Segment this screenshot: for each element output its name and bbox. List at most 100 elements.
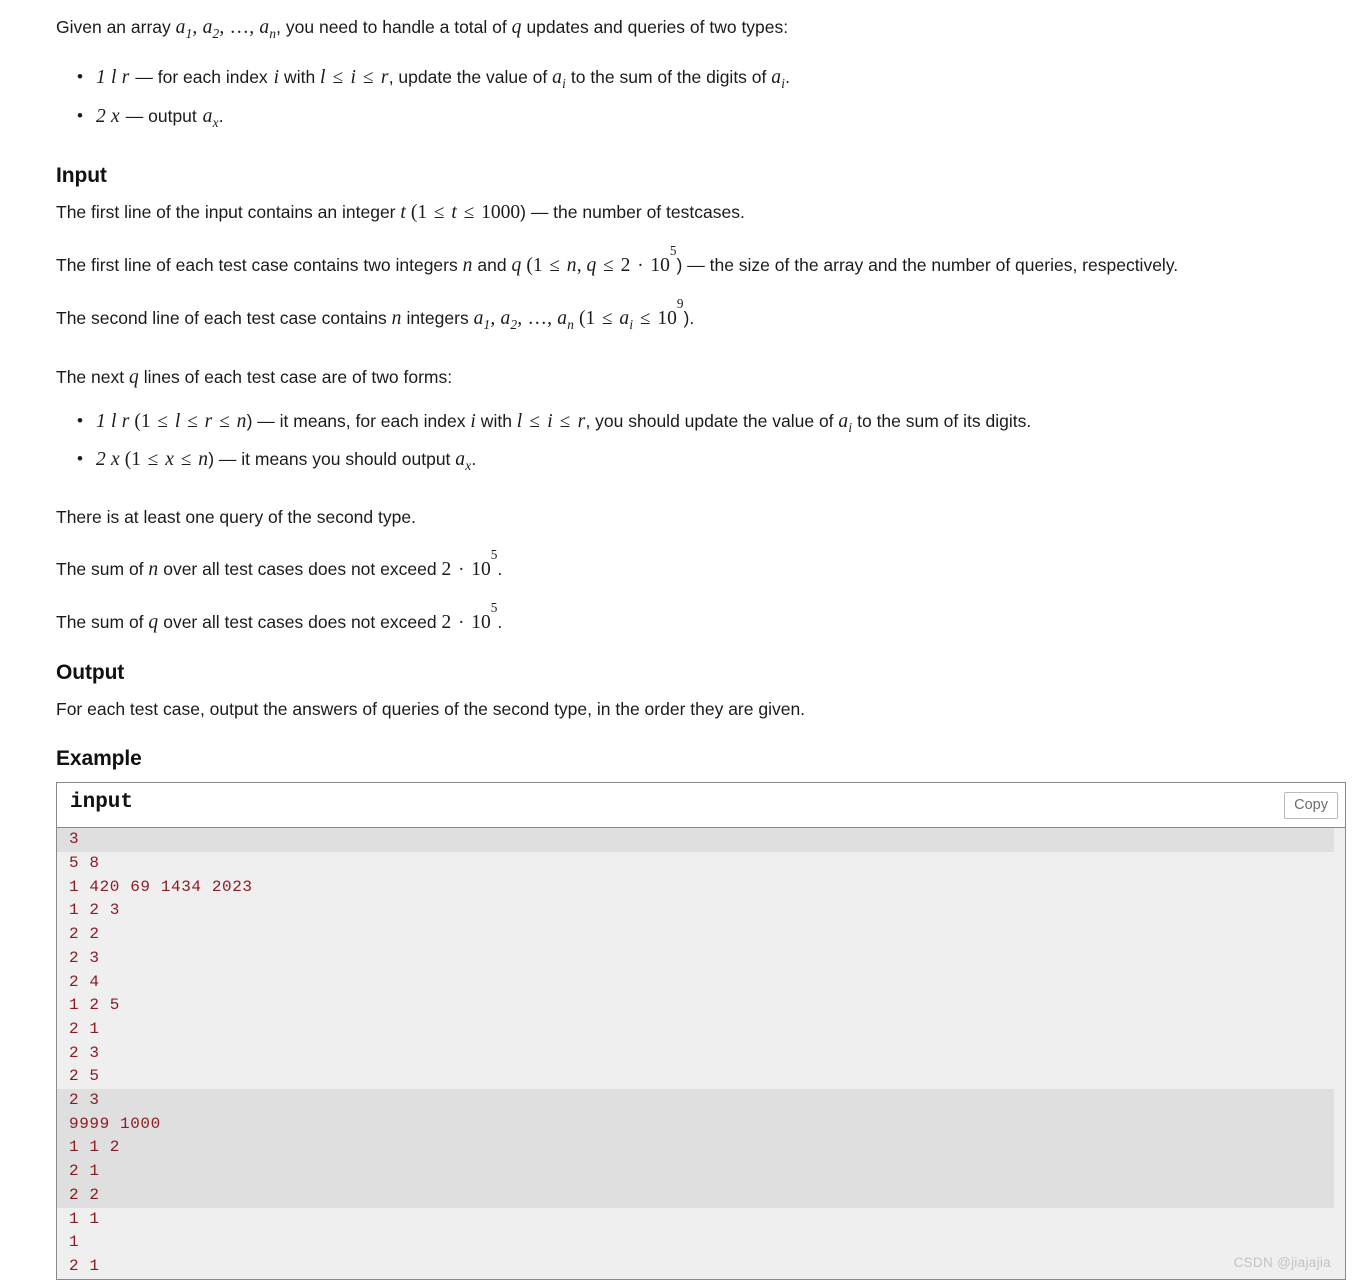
input-p2-m2: q <box>511 254 522 276</box>
code-group: 5 8 1 420 69 1434 2023 1 2 3 2 2 2 3 2 4 1 2 5… <box>57 852 1345 1090</box>
code-line: 2 2 <box>69 925 100 944</box>
list-item: 2 x (1 ≤ x ≤ n) — it means you should ou… <box>77 443 1346 482</box>
code-line: 1 420 69 1434 2023 <box>69 877 253 896</box>
bullet-1-range-math: l ≤ i ≤ r <box>320 66 389 88</box>
sample-input-title: input <box>70 791 134 815</box>
intro-text-prefix: Given an array <box>56 17 176 37</box>
p4-bullets-spacer <box>56 391 1346 405</box>
bullet-1-text-5: . <box>785 66 790 87</box>
bullet-1-ai2-math: ai <box>771 66 786 91</box>
input-p3-t2: integers <box>401 307 474 328</box>
input-p2-t4: ) — the size of the array and the number… <box>676 254 1179 275</box>
top-spacer <box>56 0 1346 14</box>
statement-bullet-list: 1 l r — for each index i with l ≤ i ≤ r,… <box>56 61 1346 139</box>
code-line: 2 3 <box>69 1091 100 1110</box>
code-line: 9999 1000 <box>69 1114 161 1133</box>
code-line: 2 3 <box>69 1043 100 1062</box>
input-p6-t1: The sum of <box>56 559 149 580</box>
code-group: 2 3 9999 1000 1 1 2 2 1 2 2 <box>57 1089 1345 1208</box>
problem-statement-page: Given an array a1, a2, …, an, you need t… <box>0 0 1356 1280</box>
input-bullet-2-t2: ) — it means you should output <box>208 449 456 470</box>
bullets-p5-spacer <box>56 482 1346 504</box>
intro-paragraph: Given an array a1, a2, …, an, you need t… <box>56 14 1346 47</box>
p2-p3-spacer <box>56 279 1346 305</box>
code-group-container: 3 5 8 1 420 69 1434 2023 1 2 3 2 2 2 3 2 4 1 2 … <box>57 828 1345 1279</box>
intro-q-math: q <box>511 17 522 38</box>
bullet-1-text-2: with <box>279 66 321 87</box>
input-p3-t4: ). <box>683 307 695 328</box>
input-paragraph-6: The sum of n over all test cases does no… <box>56 547 1346 583</box>
code-line: 1 1 2 <box>69 1138 121 1157</box>
input-p1-t1: The first line of the input contains an … <box>56 201 401 222</box>
input-p6-t3: . <box>497 559 503 580</box>
bullet-2-ax-math: ax <box>202 105 219 130</box>
sample-test-box: input Copy 3 5 8 1 420 69 1434 2023 1 2 3 2 … <box>56 782 1346 1280</box>
input-p4-t2: lines of each test case are of two forms… <box>138 366 453 387</box>
code-line: 2 1 <box>69 1019 100 1038</box>
input-bullet-1-range-math: l ≤ i ≤ r <box>516 410 586 432</box>
input-p6-t2: over all test cases does not exceed <box>158 559 442 580</box>
bullet-1-text-3: , update the value of <box>388 66 553 87</box>
intro-array-math: a1, a2, …, an <box>175 17 277 41</box>
input-p1-t3: ) — the number of testcases. <box>520 201 745 222</box>
p5-p6-spacer <box>56 530 1346 556</box>
shade-right-mask <box>1334 828 1345 1279</box>
input-p2-t1: The first line of each test case contain… <box>56 254 463 275</box>
input-bullet-1-cond-math: 1 ≤ l ≤ r ≤ n <box>140 410 247 432</box>
p3-p4-spacer <box>56 338 1346 364</box>
code-line: 5 8 <box>69 854 100 873</box>
input-bullet-2-head-math: 2 x <box>96 449 120 471</box>
input-p3-m3: 1 ≤ ai ≤ 109 <box>585 295 684 332</box>
code-group: 1 1 1 2 1 <box>57 1207 1345 1279</box>
list-item: 1 l r (1 ≤ l ≤ r ≤ n) — it means, for ea… <box>77 405 1346 444</box>
input-p2-m3: 1 ≤ n, q ≤ 2 · 105 <box>532 242 677 276</box>
copy-button[interactable]: Copy <box>1284 792 1338 820</box>
intro-text-suffix: updates and queries of two types: <box>521 17 789 37</box>
input-p4-t1: The next <box>56 366 129 387</box>
code-line: 1 2 5 <box>69 996 121 1015</box>
input-p7-t1: The sum of <box>56 612 149 633</box>
bullet-2-text-2: . <box>218 105 224 126</box>
sample-header: input Copy <box>57 783 1345 829</box>
code-line: 2 1 <box>69 1257 100 1275</box>
input-bullet-2-cond-math: 1 ≤ x ≤ n <box>131 449 209 471</box>
input-paragraph-1: The first line of the input contains an … <box>56 199 1346 226</box>
input-bullet-2-ax-math: ax <box>455 449 472 474</box>
p1-p2-spacer <box>56 226 1346 252</box>
output-example-spacer <box>56 722 1346 744</box>
input-p7-m2: 2 · 105 <box>441 600 498 634</box>
input-p6-m2: 2 · 105 <box>441 547 498 581</box>
input-p3-m1: n <box>391 307 402 329</box>
code-line: 3 <box>69 830 80 849</box>
p6-p7-spacer <box>56 583 1346 609</box>
input-p7-m1: q <box>148 612 159 634</box>
input-bullet-1-ai-math: ai <box>838 410 853 435</box>
input-paragraph-3: The second line of each test case contai… <box>56 295 1346 338</box>
input-heading: Input <box>56 163 107 187</box>
output-paragraph-1: For each test case, output the answers o… <box>56 699 806 720</box>
bullet-1-ai-math: ai <box>552 66 566 91</box>
input-paragraph-4: The next q lines of each test case are o… <box>56 364 1346 391</box>
sample-input-content[interactable]: 3 5 8 1 420 69 1434 2023 1 2 3 2 2 2 3 2 4 1 2 … <box>57 828 1345 1279</box>
output-heading-spacer <box>56 688 1346 696</box>
watermark-label: CSDN @jiajajia <box>1233 1254 1331 1270</box>
input-bullet-2-t1: ( <box>119 449 132 471</box>
input-p6-m1: n <box>148 559 159 581</box>
code-line: 2 3 <box>69 948 100 967</box>
bullet-1-text-1: — for each index <box>130 66 273 87</box>
bullet-1-head-math: 1 l r <box>96 66 130 88</box>
input-heading-spacer <box>56 191 1346 199</box>
intro-text-middle: , you need to handle a total of <box>276 17 512 37</box>
example-heading: Example <box>56 747 142 771</box>
code-line: 2 5 <box>69 1067 100 1086</box>
code-line: 2 4 <box>69 972 100 991</box>
input-p4-m1: q <box>128 366 139 388</box>
bullets-input-spacer <box>56 139 1346 161</box>
list-item: 2 x — output ax. <box>77 100 1346 139</box>
intro-bullets-spacer <box>56 47 1346 61</box>
input-paragraph-7: The sum of q over all test cases does no… <box>56 600 1346 636</box>
code-line: 1 2 3 <box>69 901 121 920</box>
input-p3-t3: ( <box>574 307 586 329</box>
input-bullet-1-t1: ( <box>129 410 141 432</box>
p7-output-spacer <box>56 636 1346 658</box>
